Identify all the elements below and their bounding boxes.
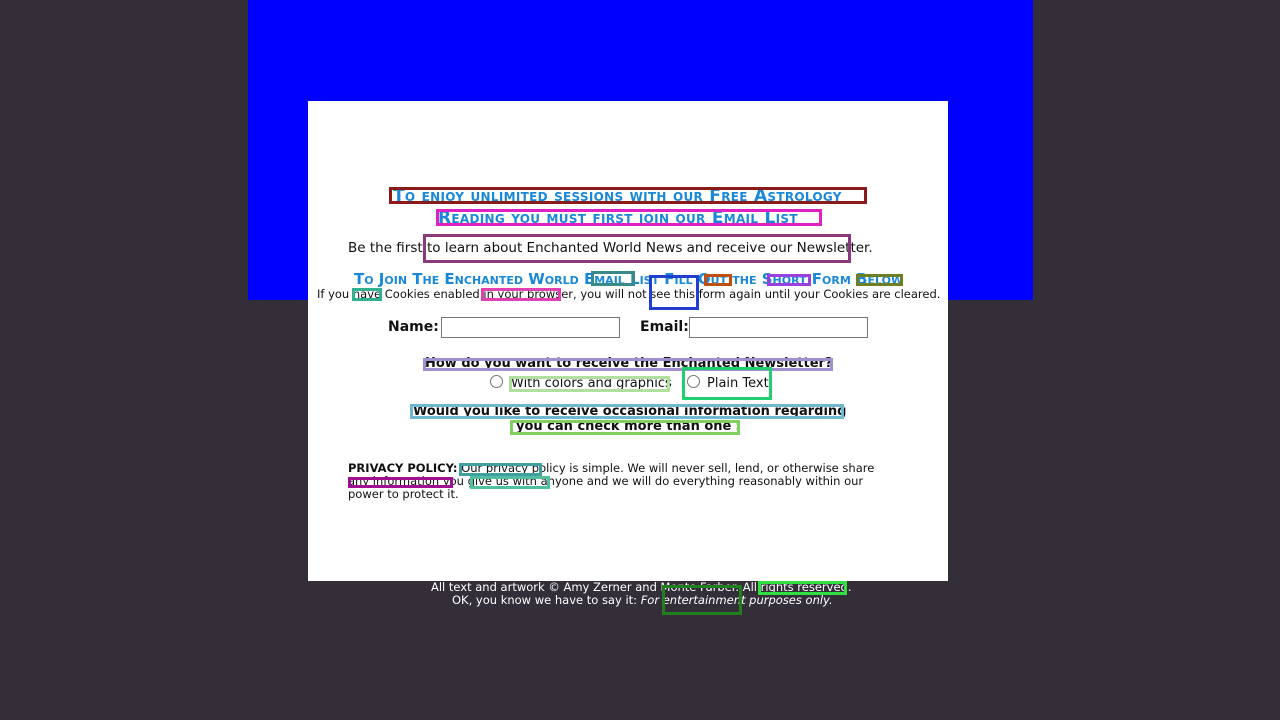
cookie-note: If you have Cookies enabled in your brow…	[317, 287, 941, 301]
disclaimer-line: OK, you know we have to say it: For ente…	[452, 593, 833, 607]
name-field[interactable]	[441, 317, 620, 338]
interests-question: Would you like to receive occasional inf…	[413, 404, 847, 419]
graphics-radio[interactable]	[490, 375, 503, 388]
heading-line-2: Reading you must first join our Email Li…	[438, 208, 798, 228]
disclaimer-prefix: OK, you know we have to say it:	[452, 593, 641, 607]
email-label: Email:	[640, 319, 689, 335]
name-label: Name:	[388, 319, 439, 335]
disclaimer-italic: For entertainment purposes only.	[640, 593, 833, 607]
interests-colon: :	[735, 419, 741, 434]
interests-note-text: you can check more than one	[516, 419, 732, 434]
privacy-policy: PRIVACY POLICY: Our privacy policy is si…	[348, 462, 898, 501]
graphics-option-label: With colors and graphics	[511, 376, 672, 391]
email-field[interactable]	[689, 317, 868, 338]
privacy-label: PRIVACY POLICY:	[348, 461, 458, 475]
heading-line-1: To enjoy unlimited sessions with our Fre…	[393, 186, 842, 206]
copyright-line: All text and artwork © Amy Zerner and Mo…	[431, 580, 852, 594]
plain-text-radio[interactable]	[687, 375, 700, 388]
intro-text: Be the first to learn about Enchanted Wo…	[348, 240, 873, 256]
format-question: How do you want to receive the Enchanted…	[425, 356, 833, 371]
plain-text-option-label: Plain Text	[707, 376, 769, 391]
interests-note: you can check more than one:	[516, 419, 741, 434]
join-heading: To Join The Enchanted World Email List F…	[354, 270, 904, 288]
content-panel	[308, 101, 948, 581]
